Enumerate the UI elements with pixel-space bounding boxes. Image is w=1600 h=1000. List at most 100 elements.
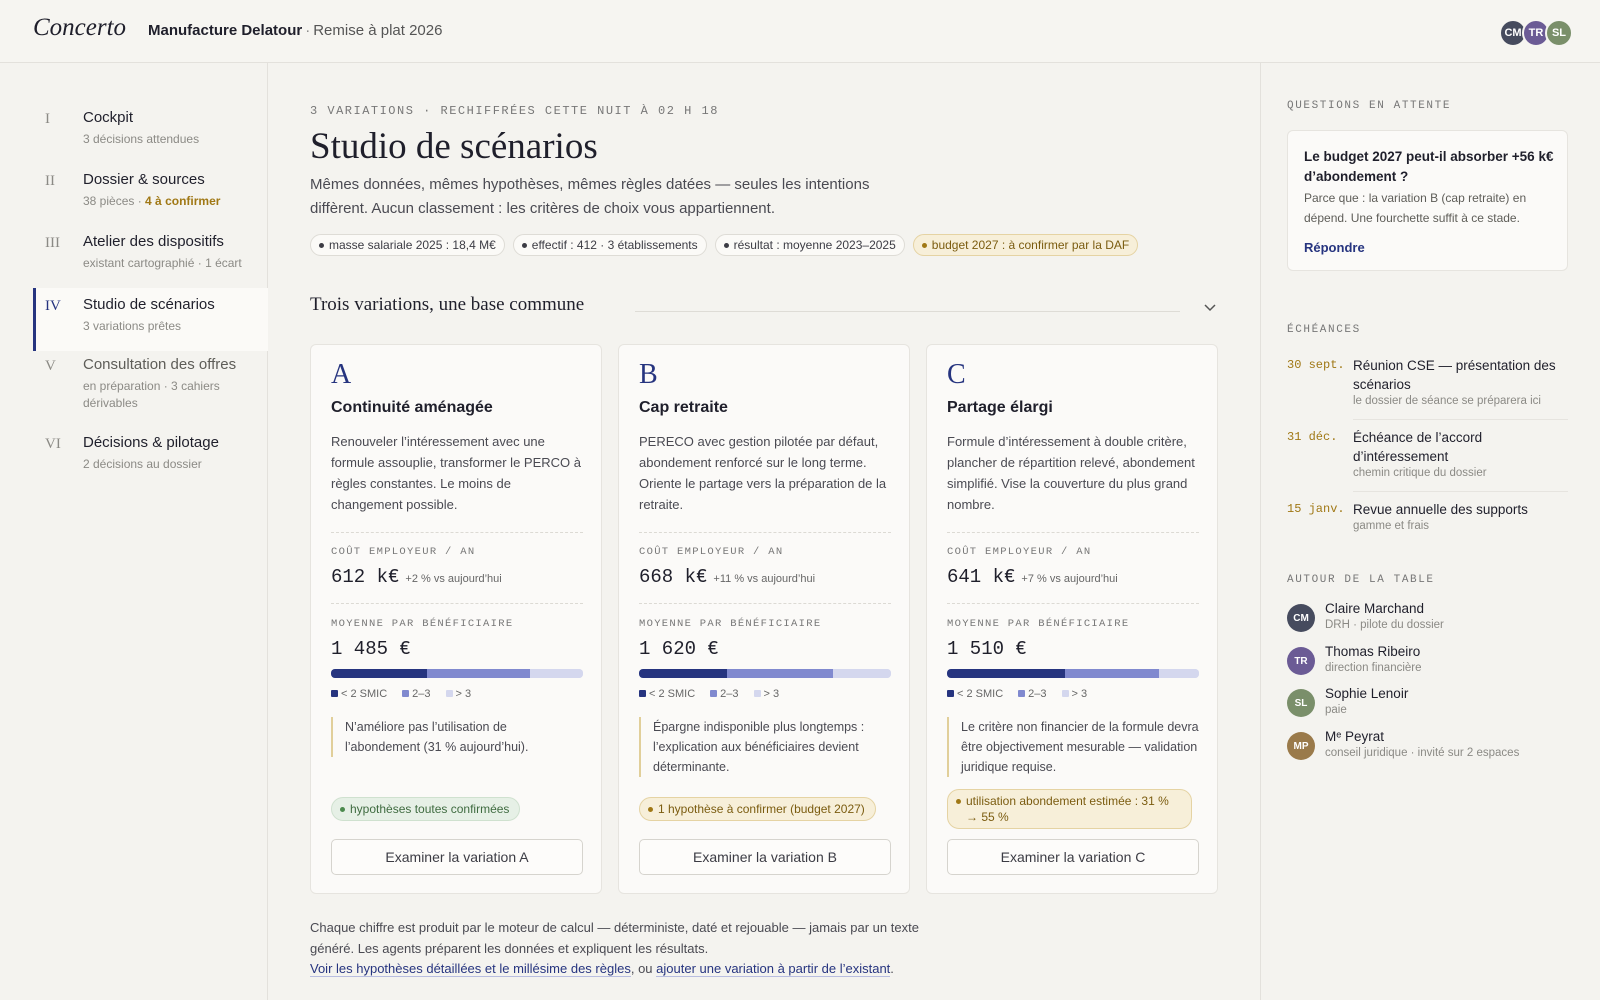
distribution-segment bbox=[1065, 669, 1159, 678]
deadline-title: Réunion CSE — présentation des scénarios bbox=[1353, 358, 1556, 392]
sidebar-item-dossier[interactable]: II Dossier & sources 38 pièces · 4 à con… bbox=[33, 169, 268, 231]
nav-number: IV bbox=[45, 298, 61, 314]
question-title: Le budget 2027 peut-il absorber +56 k€ d… bbox=[1304, 149, 1554, 184]
variation-caveat: Épargne indisponible plus longtemps : l’… bbox=[639, 717, 891, 777]
participant[interactable]: CM Claire Marchand DRH · pilote du dossi… bbox=[1287, 601, 1577, 633]
legend-item: < 2 SMIC bbox=[947, 688, 1003, 700]
breadcrumb-separator: · bbox=[305, 22, 311, 39]
examine-variation-a-button[interactable]: Examiner la variation A bbox=[331, 839, 583, 875]
deadline-sub: le dossier de séance se préparera ici bbox=[1353, 395, 1541, 407]
status-badge: hypothèses toutes confirmées bbox=[331, 797, 521, 821]
assumption-chip[interactable]: résultat : moyenne 2023–2025 bbox=[714, 234, 905, 256]
average-value: 1 485 € bbox=[331, 638, 411, 660]
participant[interactable]: SL Sophie Lenoir paie bbox=[1287, 686, 1577, 718]
variation-card-b: B Cap retraite PERECO avec gestion pilot… bbox=[618, 344, 910, 894]
avatar[interactable]: SL bbox=[1545, 19, 1573, 47]
legend-item: > 3 bbox=[753, 688, 779, 700]
nav-title: Consultation des offres bbox=[83, 356, 237, 373]
cost-delta: +2 % vs aujourd’hui bbox=[405, 573, 502, 585]
questions-label: QUESTIONS EN ATTENTE bbox=[1287, 100, 1452, 112]
nav-title: Cockpit bbox=[83, 109, 134, 126]
deadline-date: 31 déc. bbox=[1287, 430, 1338, 444]
variation-caveat: N’améliore pas l’utilisation de l’abonde… bbox=[331, 717, 583, 757]
average-value: 1 510 € bbox=[947, 638, 1027, 660]
variation-title: Continuité aménagée bbox=[331, 399, 493, 416]
variation-letter: B bbox=[639, 359, 658, 390]
distribution-bar bbox=[331, 669, 583, 678]
methodology-footnote: Chaque chiffre est produit par le moteur… bbox=[310, 920, 919, 977]
legend-item: > 3 bbox=[445, 688, 471, 700]
distribution-bar bbox=[639, 669, 891, 678]
sidebar-item-atelier[interactable]: III Atelier des dispositifs existant car… bbox=[33, 231, 268, 293]
average-value: 1 620 € bbox=[639, 638, 719, 660]
avatar: TR bbox=[1287, 647, 1315, 675]
nav-number: V bbox=[45, 358, 56, 374]
divider bbox=[947, 532, 1199, 533]
examine-variation-c-button[interactable]: Examiner la variation C bbox=[947, 839, 1199, 875]
variation-description: Renouveler l’intéressement avec une form… bbox=[331, 434, 581, 512]
deadline-title: Revue annuelle des supports bbox=[1353, 502, 1528, 517]
pending-question-card: Le budget 2027 peut-il absorber +56 k€ d… bbox=[1287, 130, 1568, 271]
avatar: SL bbox=[1287, 689, 1315, 717]
nav-subtitle: 2 décisions au dossier bbox=[83, 457, 202, 471]
nav-number: II bbox=[45, 173, 55, 189]
cost-value: 612 k€ +2 % vs aujourd’hui bbox=[331, 566, 502, 588]
collaborator-avatars[interactable]: CM TR SL bbox=[1499, 19, 1573, 47]
distribution-segment bbox=[331, 669, 427, 678]
distribution-bar bbox=[947, 669, 1199, 678]
nav-number: III bbox=[45, 235, 60, 251]
assumption-chip-pending[interactable]: budget 2027 : à confirmer par la DAF bbox=[912, 234, 1139, 256]
chevron-down-icon[interactable] bbox=[1203, 300, 1217, 314]
nav-subtitle: existant cartographié · 1 écart bbox=[83, 256, 242, 270]
avatar: MP bbox=[1287, 732, 1315, 760]
answer-link[interactable]: Répondre bbox=[1304, 240, 1365, 255]
nav-subtitle: 3 variations prêtes bbox=[83, 319, 182, 333]
top-bar: Concerto Manufacture Delatour · Remise à p… bbox=[0, 0, 1600, 63]
question-context: Parce que : la variation B (cap retraite… bbox=[1304, 191, 1527, 225]
sidebar-item-decisions[interactable]: VI Décisions & pilotage 2 décisions au d… bbox=[33, 432, 268, 494]
variation-card-c: C Partage élargi Formule d’intéressement… bbox=[926, 344, 1218, 894]
distribution-segment bbox=[1158, 669, 1199, 678]
nav-number: I bbox=[45, 111, 50, 127]
cost-delta: +7 % vs aujourd’hui bbox=[1021, 573, 1118, 585]
participant-role: paie bbox=[1325, 704, 1347, 716]
sidebar-item-studio[interactable]: IV Studio de scénarios 3 variations prêt… bbox=[33, 288, 268, 351]
participant[interactable]: TR Thomas Ribeiro direction financière bbox=[1287, 644, 1577, 676]
distribution-segment bbox=[426, 669, 531, 678]
distribution-segment bbox=[530, 669, 583, 678]
page-lead: Mêmes données, mêmes hypothèses, mêmes r… bbox=[310, 176, 870, 217]
participant[interactable]: MP Mᵉ Peyrat conseil juridique · invité … bbox=[1287, 729, 1577, 761]
variation-description: Formule d’intéressement à double critère… bbox=[947, 434, 1195, 512]
nav-title: Atelier des dispositifs bbox=[83, 233, 224, 250]
deadline-date: 30 sept. bbox=[1287, 358, 1345, 372]
variation-title: Partage élargi bbox=[947, 399, 1053, 416]
main-content: 3 VARIATIONS · RECHIFFRÉES CETTE NUIT À … bbox=[268, 63, 1260, 1000]
sidebar-item-consultation[interactable]: V Consultation des offres en préparation… bbox=[33, 354, 268, 424]
nav-subtitle: en préparation · 3 cahiers dérivables bbox=[83, 379, 220, 410]
variation-letter: C bbox=[947, 359, 966, 390]
legend-item: > 3 bbox=[1061, 688, 1087, 700]
assumption-chips: masse salariale 2025 : 18,4 M€ effectif … bbox=[310, 234, 1139, 256]
divider bbox=[947, 603, 1199, 604]
divider bbox=[639, 532, 891, 533]
variation-description: PERECO avec gestion pilotée par défaut, … bbox=[639, 434, 887, 512]
assumption-chip[interactable]: masse salariale 2025 : 18,4 M€ bbox=[310, 234, 505, 256]
distribution-segment bbox=[833, 669, 891, 678]
app-logo[interactable]: Concerto bbox=[33, 14, 126, 42]
pending-count: 4 à confirmer bbox=[145, 194, 221, 208]
assumption-chip[interactable]: effectif : 412 · 3 établissements bbox=[512, 234, 707, 256]
assumptions-link[interactable]: Voir les hypothèses détaillées et le mil… bbox=[310, 961, 631, 977]
add-variation-link[interactable]: ajouter une variation à partir de l’exis… bbox=[656, 961, 891, 977]
project-name[interactable]: Manufacture Delatour bbox=[148, 22, 302, 39]
cost-label: COÛT EMPLOYEUR / AN bbox=[639, 546, 784, 558]
deadline-date: 15 janv. bbox=[1287, 502, 1345, 516]
sidebar-item-cockpit[interactable]: I Cockpit 3 décisions attendues bbox=[33, 107, 268, 169]
deadline-sub: gamme et frais bbox=[1353, 520, 1430, 532]
status-badge: 1 hypothèse à confirmer (budget 2027) bbox=[639, 797, 876, 821]
participant-role: conseil juridique · invité sur 2 espaces bbox=[1325, 747, 1520, 759]
divider bbox=[1353, 491, 1568, 492]
avatar: CM bbox=[1287, 604, 1315, 632]
examine-variation-b-button[interactable]: Examiner la variation B bbox=[639, 839, 891, 875]
section-title: Trois variations, une base commune bbox=[310, 294, 585, 315]
variation-title: Cap retraite bbox=[639, 399, 728, 416]
